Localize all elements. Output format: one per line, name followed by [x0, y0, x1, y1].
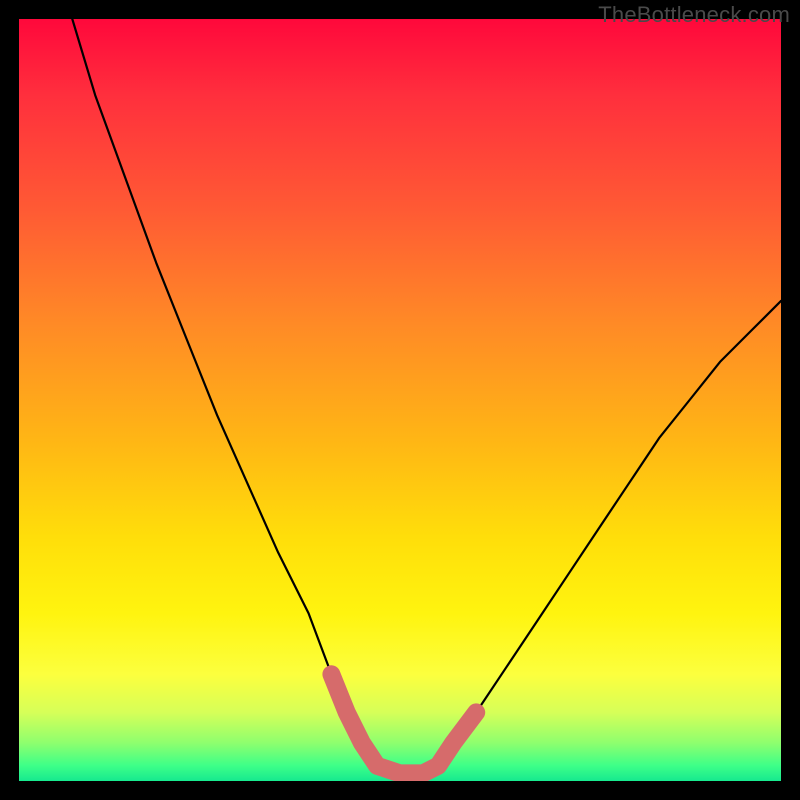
plot-area [19, 19, 781, 781]
optimal-zone-path [331, 674, 476, 773]
chart-frame: TheBottleneck.com [0, 0, 800, 800]
bottleneck-curve-path [72, 19, 781, 773]
watermark-text: TheBottleneck.com [598, 2, 790, 28]
chart-svg [19, 19, 781, 781]
